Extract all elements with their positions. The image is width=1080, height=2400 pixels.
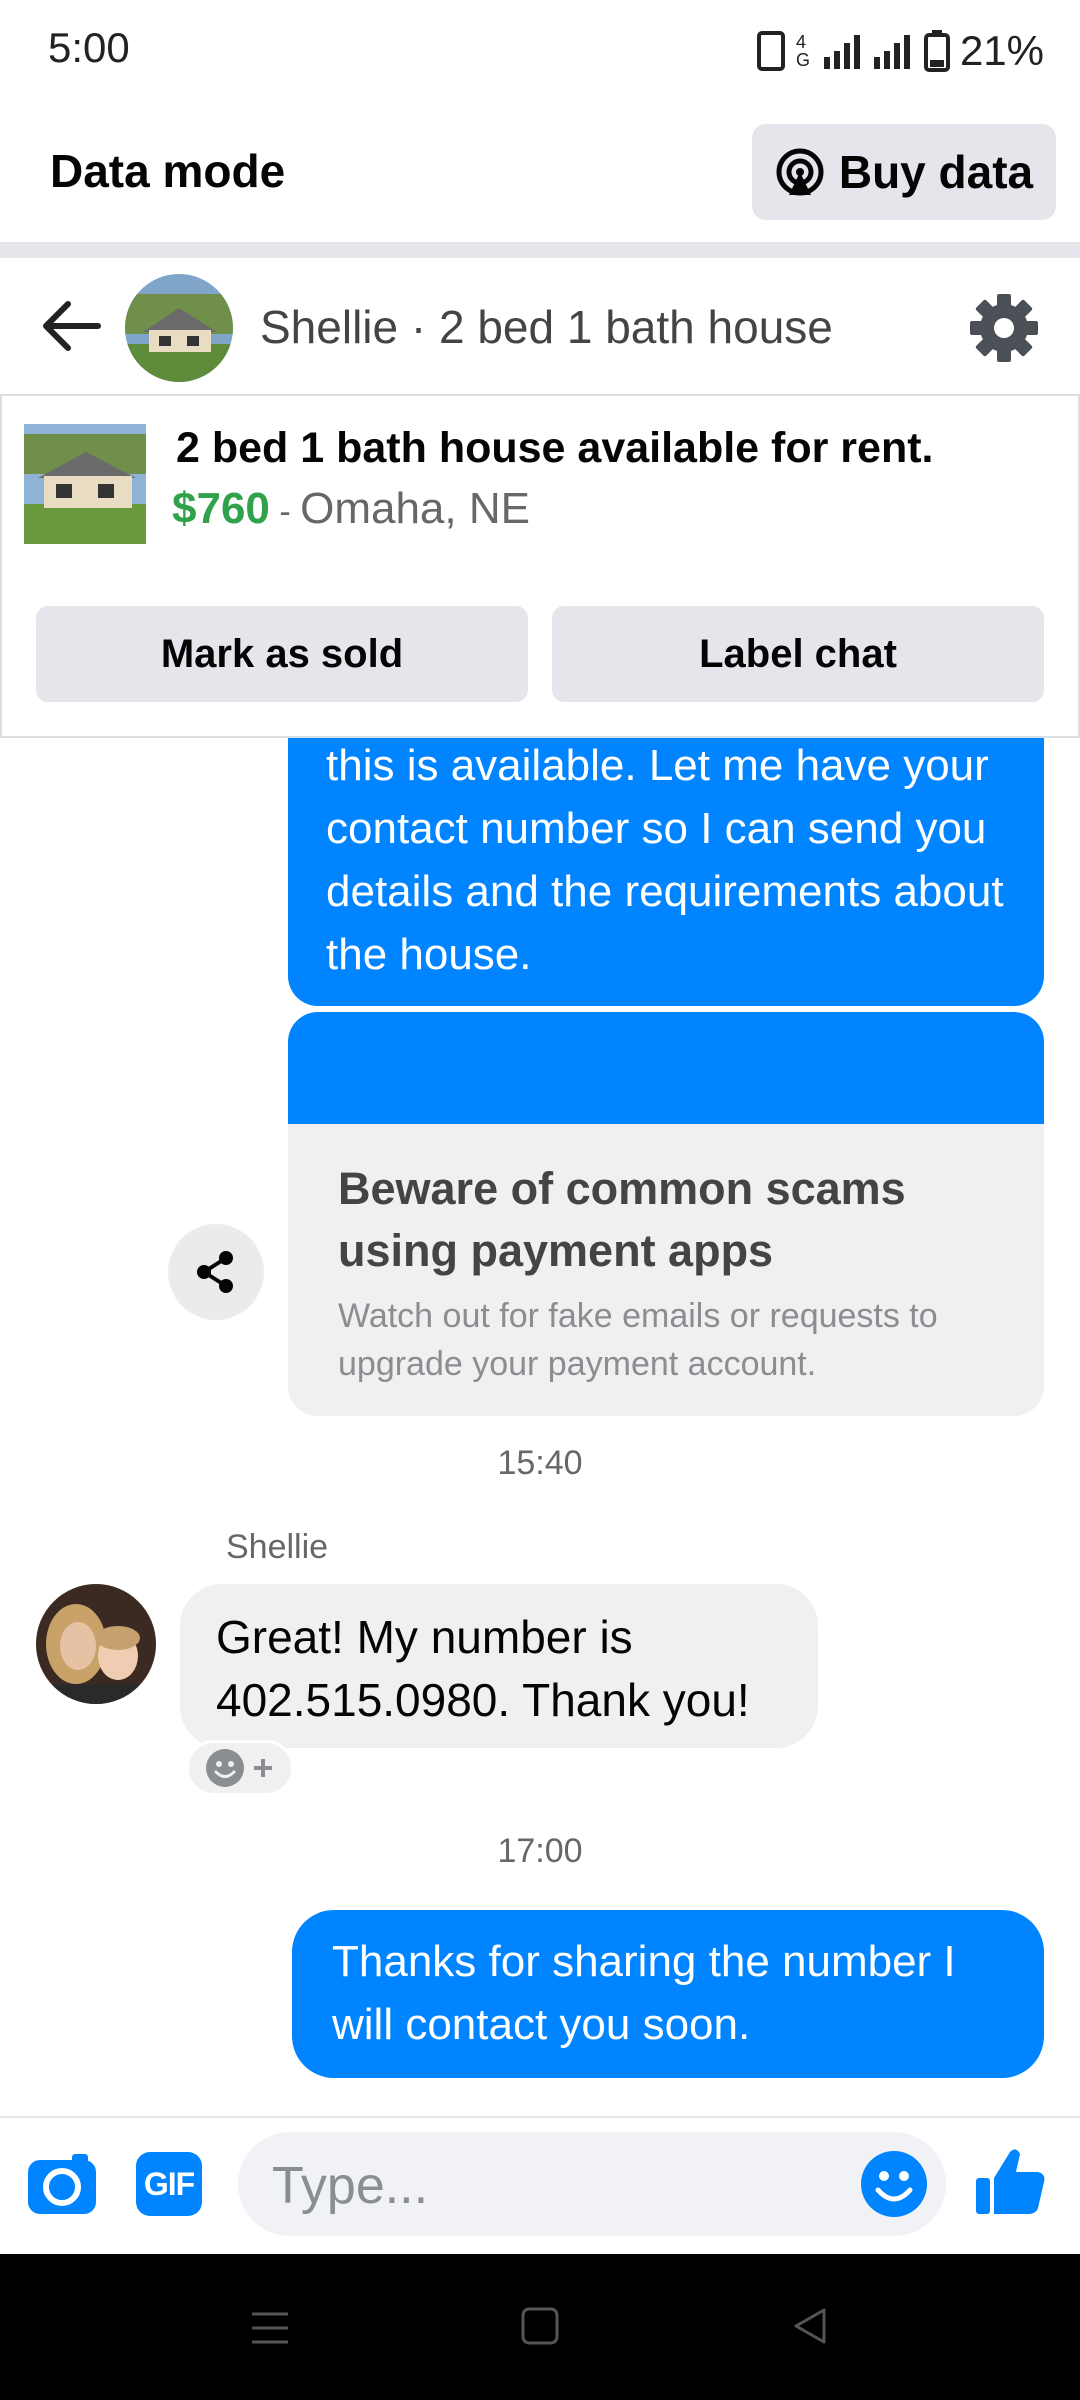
share-button[interactable] bbox=[168, 1224, 264, 1320]
avatar[interactable] bbox=[36, 1584, 156, 1704]
profile-photo bbox=[36, 1584, 156, 1704]
buy-data-button[interactable]: Buy data bbox=[752, 124, 1056, 220]
phone-icon bbox=[756, 31, 785, 71]
scam-card-header bbox=[288, 1012, 1044, 1124]
scam-warning-card[interactable]: Beware of common scams using payment app… bbox=[288, 1012, 1044, 1416]
listing-location: Omaha, NE bbox=[300, 484, 530, 533]
camera-icon[interactable] bbox=[26, 2152, 98, 2216]
buy-data-label: Buy data bbox=[838, 146, 1034, 198]
share-icon bbox=[197, 1251, 233, 1293]
gif-button[interactable]: GIF bbox=[136, 2152, 202, 2216]
price-separator: - bbox=[269, 493, 301, 531]
listing-thumbnail[interactable] bbox=[24, 424, 146, 544]
add-reaction-button[interactable] bbox=[186, 1740, 294, 1796]
chat-title[interactable]: Shellie · 2 bed 1 bath house bbox=[260, 300, 833, 354]
outgoing-message[interactable]: this is available. Let me have your cont… bbox=[288, 738, 1044, 1006]
battery-level: 21% bbox=[959, 27, 1044, 74]
timestamp: 15:40 bbox=[497, 1444, 583, 1482]
plus-icon bbox=[254, 1759, 272, 1777]
outgoing-message-text: Thanks for sharing the number I will con… bbox=[332, 1937, 956, 2049]
incoming-message[interactable]: Great! My number is 402.515.0980. Thank … bbox=[180, 1584, 818, 1748]
scam-warning-title: Beware of common scams using payment app… bbox=[338, 1163, 906, 1276]
status-icons: 4G 21% bbox=[756, 26, 1044, 76]
data-mode-title: Data mode bbox=[50, 145, 286, 197]
listing-avatar[interactable] bbox=[125, 274, 233, 382]
back-arrow-icon[interactable] bbox=[38, 298, 102, 354]
network-type: 4G bbox=[795, 32, 810, 70]
signal-icon bbox=[823, 35, 910, 69]
home-icon[interactable] bbox=[520, 2306, 560, 2346]
gif-label: GIF bbox=[143, 2165, 195, 2202]
listing-price: $760 bbox=[172, 484, 270, 533]
outgoing-message-text: this is available. Let me have your cont… bbox=[326, 741, 1004, 979]
emoji-icon[interactable] bbox=[860, 2150, 928, 2218]
sender-name: Shellie bbox=[226, 1528, 329, 1566]
label-chat-button[interactable]: Label chat bbox=[552, 606, 1044, 702]
house-photo bbox=[125, 274, 233, 382]
outgoing-message[interactable]: Thanks for sharing the number I will con… bbox=[292, 1910, 1044, 2078]
incoming-message-text: Great! My number is 402.515.0980. Thank … bbox=[216, 1611, 750, 1726]
house-photo bbox=[24, 424, 146, 544]
divider bbox=[0, 242, 1080, 258]
listing-price-row: $760 - Omaha, NE bbox=[172, 484, 530, 534]
smiley-icon bbox=[206, 1749, 244, 1787]
back-icon[interactable] bbox=[790, 2306, 830, 2346]
mark-as-sold-button[interactable]: Mark as sold bbox=[36, 606, 528, 702]
broadcast-icon bbox=[776, 148, 824, 196]
gear-icon[interactable] bbox=[968, 292, 1040, 364]
timestamp: 17:00 bbox=[497, 1832, 583, 1870]
battery-icon bbox=[923, 30, 950, 72]
status-time: 5:00 bbox=[48, 24, 130, 71]
menu-icon[interactable] bbox=[250, 2308, 290, 2348]
listing-title: 2 bed 1 bath house available for rent. bbox=[176, 424, 934, 472]
scam-warning-description: Watch out for fake emails or requests to… bbox=[338, 1297, 938, 1383]
message-input[interactable] bbox=[272, 2156, 832, 2216]
thumbs-up-icon[interactable] bbox=[972, 2144, 1048, 2220]
